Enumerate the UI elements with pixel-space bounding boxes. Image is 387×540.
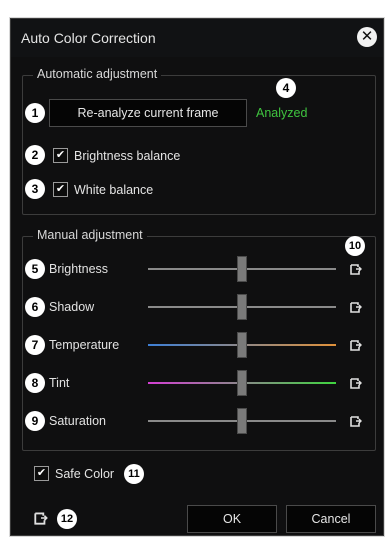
badge-4: 4 bbox=[276, 78, 296, 98]
saturation-reset-icon[interactable] bbox=[349, 414, 363, 428]
brightness-reset-icon[interactable] bbox=[349, 262, 363, 276]
badge-5: 5 bbox=[25, 259, 45, 279]
badge-11: 11 bbox=[124, 464, 144, 484]
shadow-slider-thumb[interactable] bbox=[237, 294, 247, 320]
reanalyze-button[interactable]: Re-analyze current frame bbox=[49, 99, 247, 127]
close-icon[interactable]: ✕ bbox=[357, 27, 377, 47]
temperature-reset-icon[interactable] bbox=[349, 338, 363, 352]
ok-button[interactable]: OK bbox=[187, 505, 277, 533]
brightness-balance-checkbox[interactable]: ✔ bbox=[53, 148, 68, 163]
white-balance-option[interactable]: ✔ White balance bbox=[53, 182, 153, 197]
reset-all-icon[interactable] bbox=[33, 510, 49, 526]
dialog-title: Auto Color Correction bbox=[21, 30, 156, 46]
saturation-label: Saturation bbox=[49, 414, 106, 428]
badge-10: 10 bbox=[345, 236, 365, 256]
analysis-status: Analyzed bbox=[256, 106, 308, 120]
badge-9: 9 bbox=[25, 411, 45, 431]
safe-color-checkbox[interactable]: ✔ bbox=[34, 466, 49, 481]
badge-12: 12 bbox=[57, 509, 77, 529]
temperature-label: Temperature bbox=[49, 338, 120, 352]
badge-3: 3 bbox=[25, 179, 45, 199]
white-balance-label: White balance bbox=[74, 182, 154, 197]
dialog-window: Auto Color Correction ✕ Automatic adjust… bbox=[10, 18, 384, 536]
saturation-slider-thumb[interactable] bbox=[237, 408, 247, 434]
shadow-label: Shadow bbox=[49, 300, 95, 314]
tint-label: Tint bbox=[49, 376, 70, 390]
badge-6: 6 bbox=[25, 297, 45, 317]
tint-reset-icon[interactable] bbox=[349, 376, 363, 390]
badge-8: 8 bbox=[25, 373, 45, 393]
temperature-slider-thumb[interactable] bbox=[237, 332, 247, 358]
tint-slider-thumb[interactable] bbox=[237, 370, 247, 396]
badge-2: 2 bbox=[25, 145, 45, 165]
safe-color-option[interactable]: ✔ Safe Color bbox=[34, 466, 114, 481]
brightness-label: Brightness bbox=[49, 262, 109, 276]
brightness-balance-option[interactable]: ✔ Brightness balance bbox=[53, 148, 180, 163]
badge-7: 7 bbox=[25, 335, 45, 355]
brightness-balance-label: Brightness balance bbox=[74, 148, 181, 163]
white-balance-checkbox[interactable]: ✔ bbox=[53, 182, 68, 197]
safe-color-label: Safe Color bbox=[55, 466, 115, 481]
cancel-button[interactable]: Cancel bbox=[286, 505, 376, 533]
badge-1: 1 bbox=[25, 103, 45, 123]
title-bar: Auto Color Correction ✕ bbox=[11, 19, 383, 57]
shadow-reset-icon[interactable] bbox=[349, 300, 363, 314]
brightness-slider-thumb[interactable] bbox=[237, 256, 247, 282]
automatic-adjustment-title: Automatic adjustment bbox=[33, 67, 162, 81]
manual-adjustment-title: Manual adjustment bbox=[33, 228, 147, 242]
